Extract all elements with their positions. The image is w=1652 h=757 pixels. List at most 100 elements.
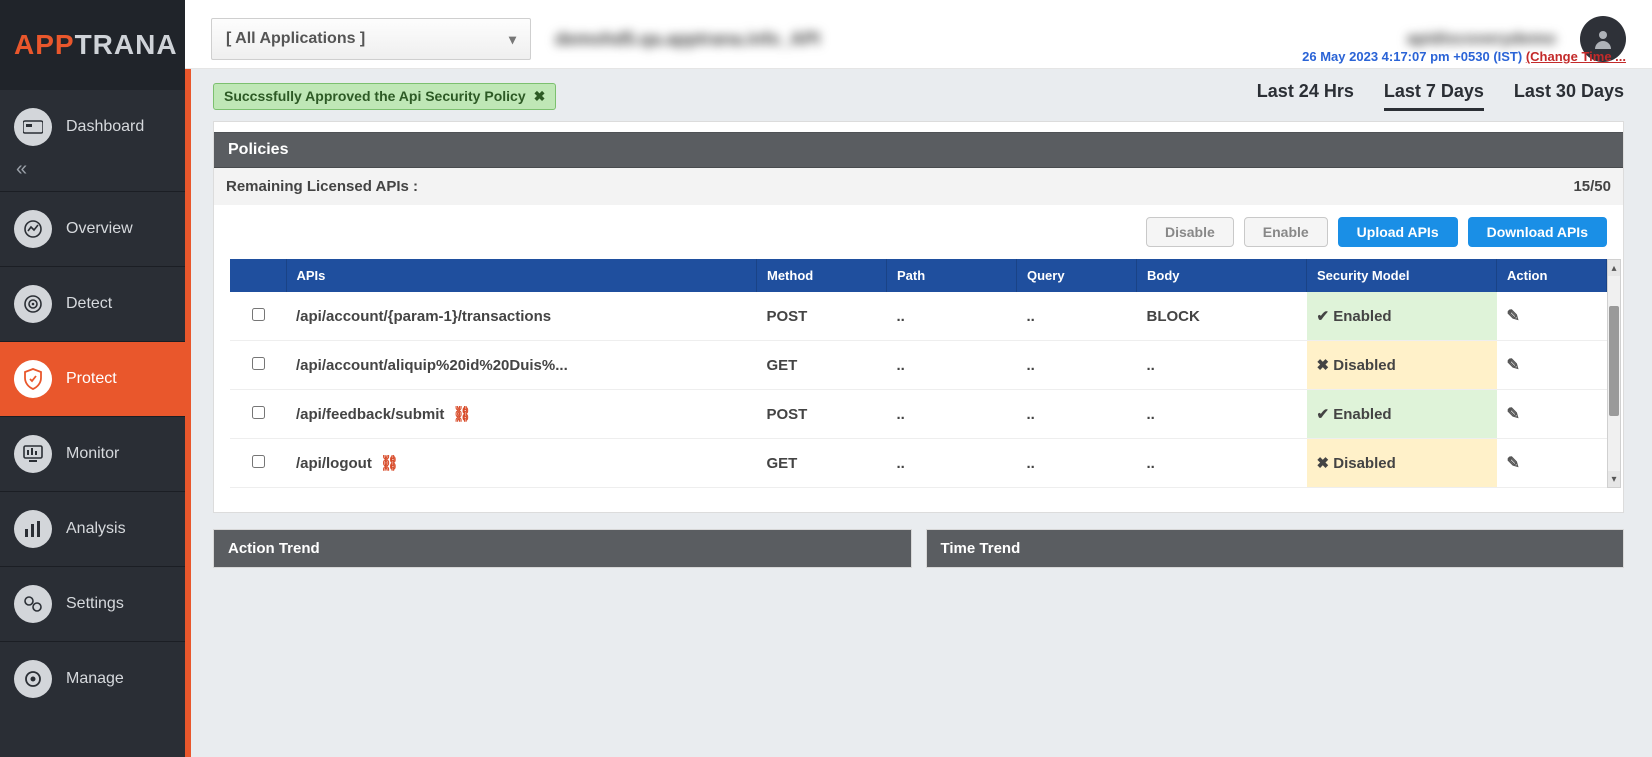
- table-row: /api/account/aliquip%20id%20Duis%...GET.…: [230, 341, 1607, 390]
- policies-heading: Policies: [214, 132, 1623, 168]
- cell-query: ..: [1017, 341, 1137, 390]
- change-time-link[interactable]: (Change Time ...: [1526, 49, 1626, 64]
- gear-icon: [14, 660, 52, 698]
- sidebar-item-manage[interactable]: Manage: [0, 641, 185, 716]
- trend-panels: Action Trend Time Trend: [213, 529, 1624, 568]
- cell-method: GET: [757, 341, 887, 390]
- sidebar-item-overview[interactable]: Overview: [0, 191, 185, 266]
- row-checkbox[interactable]: [252, 406, 265, 419]
- sidebar: APPTRANA Dashboard « Overview Detect: [0, 0, 185, 757]
- cogs-icon: [14, 585, 52, 623]
- unlink-icon: ⛓: [452, 406, 471, 423]
- cell-action: ✎: [1497, 341, 1607, 390]
- download-apis-button[interactable]: Download APIs: [1468, 217, 1607, 247]
- cell-path: ..: [887, 439, 1017, 488]
- range-last-24hrs[interactable]: Last 24 Hrs: [1257, 81, 1354, 111]
- cell-security-model: ✔ Enabled: [1307, 390, 1497, 439]
- table-row: /api/feedback/submit⛓POST......✔ Enabled…: [230, 390, 1607, 439]
- subbar: Succssfully Approved the Api Security Po…: [185, 69, 1652, 121]
- sidebar-nav: Dashboard « Overview Detect Protect: [0, 90, 185, 716]
- timestamp-row: 26 May 2023 4:17:07 pm +0530 (IST) (Chan…: [1302, 49, 1626, 64]
- success-toast-close-icon[interactable]: ✖: [534, 88, 546, 105]
- sidebar-item-protect[interactable]: Protect: [0, 341, 185, 416]
- table-scrollbar[interactable]: ▴ ▾: [1607, 259, 1621, 488]
- app-logo: APPTRANA: [0, 0, 185, 90]
- scroll-up-icon[interactable]: ▴: [1608, 260, 1620, 276]
- edit-icon[interactable]: ✎: [1507, 406, 1520, 423]
- sidebar-collapse-icon[interactable]: «: [0, 158, 185, 191]
- col-apis: APIs: [286, 259, 757, 292]
- sidebar-item-analysis[interactable]: Analysis: [0, 491, 185, 566]
- time-trend-panel: Time Trend: [926, 529, 1625, 568]
- col-checkbox: [230, 259, 286, 292]
- cell-method: GET: [757, 439, 887, 488]
- action-trend-panel: Action Trend: [213, 529, 912, 568]
- edit-icon[interactable]: ✎: [1507, 308, 1520, 325]
- topbar: [ All Applications ] ▾ demohd5.qa.apptra…: [185, 0, 1652, 69]
- edit-icon[interactable]: ✎: [1507, 357, 1520, 374]
- license-label: Remaining Licensed APIs :: [226, 178, 418, 195]
- sidebar-item-settings[interactable]: Settings: [0, 566, 185, 641]
- overview-icon: [14, 210, 52, 248]
- range-last-30days[interactable]: Last 30 Days: [1514, 81, 1624, 111]
- license-row: Remaining Licensed APIs : 15/50: [214, 168, 1623, 205]
- upload-apis-button[interactable]: Upload APIs: [1338, 217, 1458, 247]
- sidebar-item-label: Settings: [66, 595, 124, 613]
- table-row: /api/account/{param-1}/transactionsPOST.…: [230, 292, 1607, 341]
- shield-icon: [14, 360, 52, 398]
- scroll-down-icon[interactable]: ▾: [1608, 471, 1620, 487]
- cell-path: ..: [887, 341, 1017, 390]
- bars-icon: [14, 510, 52, 548]
- cell-security-model: ✖ Disabled: [1307, 341, 1497, 390]
- sidebar-item-label: Dashboard: [66, 118, 144, 136]
- range-last-7days[interactable]: Last 7 Days: [1384, 81, 1484, 111]
- cell-method: POST: [757, 292, 887, 341]
- cell-api: /api/account/{param-1}/transactions: [286, 292, 757, 341]
- sidebar-item-label: Monitor: [66, 445, 119, 463]
- chevron-down-icon: ▾: [509, 31, 516, 48]
- cell-api: /api/logout⛓: [286, 439, 757, 488]
- col-method: Method: [757, 259, 887, 292]
- col-query: Query: [1017, 259, 1137, 292]
- cell-path: ..: [887, 390, 1017, 439]
- edit-icon[interactable]: ✎: [1507, 455, 1520, 472]
- col-body: Body: [1137, 259, 1307, 292]
- scroll-thumb[interactable]: [1609, 306, 1619, 416]
- cell-action: ✎: [1497, 439, 1607, 488]
- row-checkbox[interactable]: [252, 455, 265, 468]
- sidebar-item-label: Detect: [66, 295, 112, 313]
- sidebar-item-label: Protect: [66, 370, 117, 388]
- cell-api: /api/account/aliquip%20id%20Duis%...: [286, 341, 757, 390]
- context-tenant-blurred: apidiscoverydemo: [1407, 29, 1556, 49]
- dashboard-icon: [14, 108, 52, 146]
- application-select[interactable]: [ All Applications ] ▾: [211, 18, 531, 60]
- enable-button[interactable]: Enable: [1244, 217, 1328, 247]
- col-secmodel: Security Model: [1307, 259, 1497, 292]
- row-checkbox[interactable]: [252, 357, 265, 370]
- col-action: Action: [1497, 259, 1607, 292]
- cell-body: ..: [1137, 341, 1307, 390]
- sidebar-item-dashboard[interactable]: Dashboard: [0, 90, 185, 164]
- success-toast: Succssfully Approved the Api Security Po…: [213, 83, 556, 110]
- logo-part-1: APP: [14, 29, 75, 61]
- cell-action: ✎: [1497, 390, 1607, 439]
- row-checkbox[interactable]: [252, 308, 265, 321]
- sidebar-item-label: Overview: [66, 220, 133, 238]
- application-select-label: [ All Applications ]: [226, 30, 365, 48]
- cell-security-model: ✖ Disabled: [1307, 439, 1497, 488]
- disable-button[interactable]: Disable: [1146, 217, 1234, 247]
- cell-api: /api/feedback/submit⛓: [286, 390, 757, 439]
- policies-table-wrap: APIs Method Path Query Body Security Mod…: [230, 259, 1607, 488]
- timestamp-text: 26 May 2023 4:17:07 pm +0530 (IST): [1302, 49, 1522, 64]
- sidebar-item-detect[interactable]: Detect: [0, 266, 185, 341]
- success-toast-text: Succssfully Approved the Api Security Po…: [224, 88, 526, 104]
- unlink-icon: ⛓: [380, 455, 399, 472]
- context-hostname-blurred: demohd5.qa.apptrana.info_API: [555, 29, 820, 50]
- sidebar-item-monitor[interactable]: Monitor: [0, 416, 185, 491]
- sidebar-item-label: Analysis: [66, 520, 126, 538]
- cell-query: ..: [1017, 390, 1137, 439]
- cell-body: ..: [1137, 390, 1307, 439]
- cell-security-model: ✔ Enabled: [1307, 292, 1497, 341]
- sidebar-item-label: Manage: [66, 670, 124, 688]
- cell-path: ..: [887, 292, 1017, 341]
